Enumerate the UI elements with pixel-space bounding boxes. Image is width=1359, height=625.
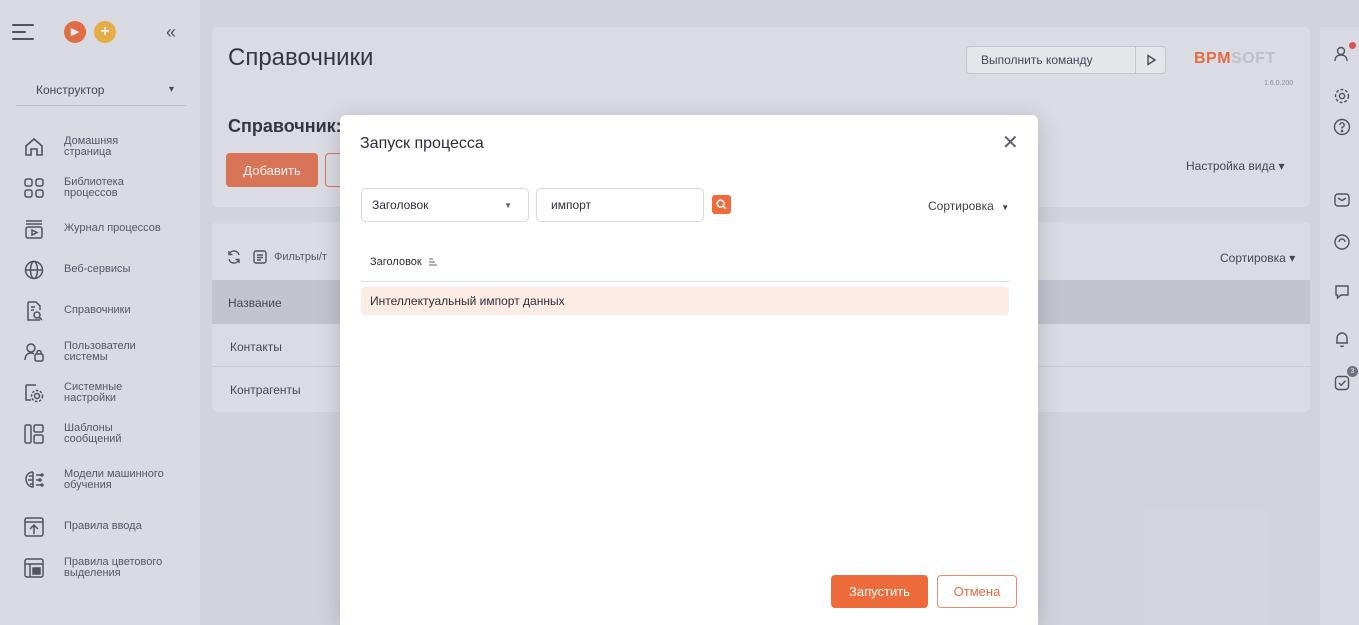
sort-order-icon (428, 258, 437, 266)
chevron-down-icon: ▼ (1001, 203, 1010, 212)
sort-dropdown[interactable]: Сортировка ▼ (928, 199, 1009, 213)
column-header-title[interactable]: Заголовок (370, 256, 439, 268)
search-input[interactable] (536, 188, 704, 222)
filter-column-select[interactable]: Заголовок ▼ (361, 188, 529, 222)
column-divider (361, 281, 1009, 282)
filter-column-value: Заголовок (372, 198, 429, 212)
sort-label: Сортировка (928, 199, 994, 213)
search-button[interactable] (712, 195, 731, 214)
run-process-dialog: Запуск процесса ✕ Заголовок ▼ Сортировка… (340, 115, 1038, 625)
close-icon[interactable]: ✕ (1002, 133, 1019, 153)
process-title: Интеллектуальный импорт данных (370, 294, 565, 308)
search-icon (716, 199, 727, 210)
run-button[interactable]: Запустить (831, 575, 928, 608)
dialog-title: Запуск процесса (360, 135, 484, 152)
chevron-down-icon: ▼ (504, 200, 512, 210)
cancel-button[interactable]: Отмена (937, 575, 1017, 608)
list-item[interactable]: Интеллектуальный импорт данных (361, 287, 1009, 315)
column-header-label: Заголовок (370, 256, 422, 268)
